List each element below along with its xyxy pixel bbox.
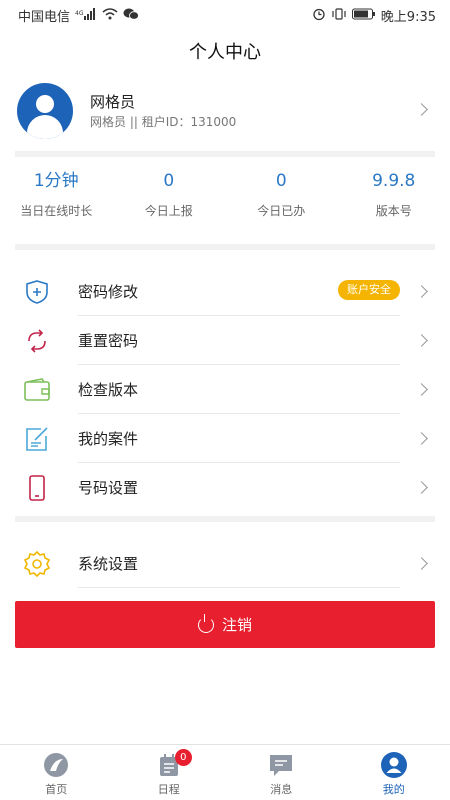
chevron-right-icon <box>415 557 428 570</box>
avatar <box>17 83 73 139</box>
menu-list: 密码修改 账户安全 重置密码 检查版本 我的案件 号码设置 <box>0 267 450 512</box>
svg-text:4G: 4G <box>75 10 84 17</box>
settings-list: 系统设置 <box>0 539 450 588</box>
gear-icon <box>22 550 52 578</box>
stat-online-time: 1分钟 当日在线时长 <box>0 168 113 238</box>
stat-value: 0 <box>275 171 287 191</box>
profile-card[interactable]: 网格员 网格员 || 租户ID：131000 <box>0 80 450 142</box>
account-security-badge: 账户安全 <box>338 280 400 300</box>
section-divider <box>15 516 435 522</box>
chevron-right-icon <box>415 481 428 494</box>
wechat-icon <box>123 8 139 23</box>
message-icon <box>267 751 295 779</box>
page-title: 个人中心 <box>189 42 261 63</box>
tab-home[interactable]: 首页 <box>0 745 113 800</box>
stat-version: 9.9.8 版本号 <box>338 168 450 238</box>
signal-icon: 4G <box>75 7 97 23</box>
tab-schedule[interactable]: 0 日程 <box>113 745 226 800</box>
stat-label: 今日上报 <box>144 204 193 218</box>
menu-item-my-cases[interactable]: 我的案件 <box>0 414 450 463</box>
menu-item-reset-password[interactable]: 重置密码 <box>0 316 450 365</box>
tab-label: 日程 <box>157 783 180 796</box>
wifi-icon <box>102 7 118 23</box>
bottom-tab-bar: 首页 0 日程 消息 我的 <box>0 744 450 800</box>
logout-label: 注销 <box>221 616 252 634</box>
stat-label: 今日已办 <box>257 204 306 218</box>
menu-item-label: 我的案件 <box>78 430 139 448</box>
profile-name: 网格员 <box>90 93 136 111</box>
menu-item-label: 重置密码 <box>78 332 139 350</box>
shield-plus-icon <box>22 279 52 305</box>
edit-note-icon <box>22 426 52 452</box>
wallet-icon <box>22 377 52 403</box>
menu-item-change-password[interactable]: 密码修改 账户安全 <box>0 267 450 316</box>
stat-today-done: 0 今日已办 <box>225 168 338 238</box>
home-icon <box>42 751 70 779</box>
stat-value: 9.9.8 <box>372 171 416 191</box>
stat-label: 版本号 <box>375 204 412 218</box>
tab-messages[interactable]: 消息 <box>225 745 338 800</box>
tab-label: 我的 <box>382 783 405 796</box>
stat-value: 1分钟 <box>33 171 79 191</box>
phone-icon <box>22 475 52 501</box>
menu-item-label: 号码设置 <box>78 479 139 497</box>
section-divider <box>15 244 435 250</box>
tab-label: 消息 <box>270 783 293 796</box>
battery-icon <box>351 8 376 23</box>
chevron-right-icon <box>415 334 428 347</box>
menu-item-label: 检查版本 <box>78 381 139 399</box>
chevron-right-icon <box>415 383 428 396</box>
clock-label: 晚上9:35 <box>380 9 436 25</box>
stat-label: 当日在线时长 <box>20 204 93 218</box>
chevron-right-icon <box>415 432 428 445</box>
chevron-right-icon <box>415 103 428 116</box>
notification-badge: 0 <box>174 749 192 766</box>
section-divider <box>15 151 435 157</box>
tab-mine[interactable]: 我的 <box>338 745 450 800</box>
stat-value: 0 <box>163 171 175 191</box>
stats-row: 1分钟 当日在线时长 0 今日上报 0 今日已办 9.9.8 版本号 <box>0 168 450 238</box>
refresh-icon <box>22 328 52 354</box>
logout-button[interactable]: 注销 <box>15 601 435 648</box>
tab-label: 首页 <box>45 783 68 796</box>
status-bar: 中国电信 4G 晚上9:35 <box>0 0 450 30</box>
power-icon <box>197 613 214 633</box>
menu-item-check-version[interactable]: 检查版本 <box>0 365 450 414</box>
user-icon <box>380 751 408 779</box>
carrier-label: 中国电信 <box>18 9 71 25</box>
stat-today-reported: 0 今日上报 <box>113 168 226 238</box>
menu-item-system-settings[interactable]: 系统设置 <box>0 539 450 588</box>
chevron-right-icon <box>415 285 428 298</box>
menu-item-label: 系统设置 <box>78 555 139 573</box>
vibrate-icon <box>331 7 347 23</box>
menu-item-label: 密码修改 <box>78 283 139 301</box>
menu-item-number-settings[interactable]: 号码设置 <box>0 463 450 512</box>
profile-subtitle: 网格员 || 租户ID：131000 <box>90 115 237 129</box>
alarm-icon <box>312 7 326 24</box>
